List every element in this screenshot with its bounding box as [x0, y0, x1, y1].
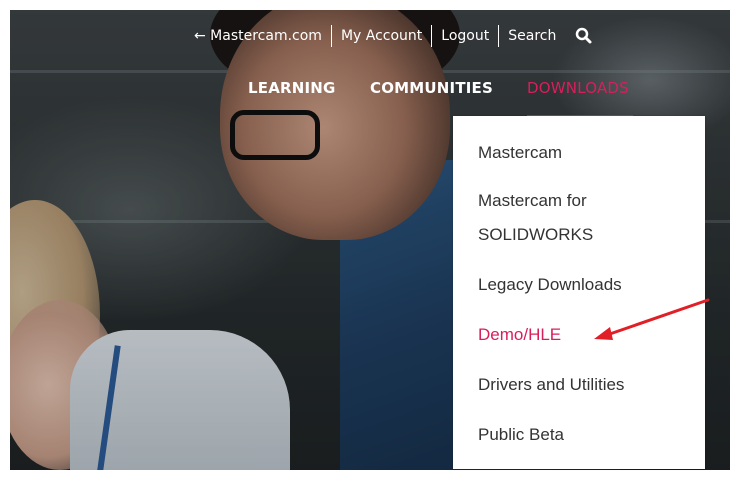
menu-item-drivers-and-utilities[interactable]: Drivers and Utilities	[478, 370, 688, 400]
search-icon[interactable]	[575, 27, 593, 45]
nav-downloads[interactable]: DOWNLOADS	[527, 76, 629, 100]
menu-item-public-beta[interactable]: Public Beta	[478, 420, 688, 450]
menu-item-mastercam-for-solidworks-line2[interactable]: SOLIDWORKS	[478, 220, 688, 250]
menu-item-mastercam[interactable]: Mastercam	[478, 138, 688, 168]
red-annotation-arrow	[594, 298, 710, 340]
utility-nav: ← Mastercam.com My Account Logout Search	[185, 25, 593, 47]
my-account-link[interactable]: My Account	[332, 25, 431, 47]
logout-link[interactable]: Logout	[432, 25, 498, 47]
nav-communities[interactable]: COMMUNITIES	[370, 76, 493, 100]
search-link[interactable]: Search	[499, 25, 565, 47]
main-nav: LEARNING COMMUNITIES DOWNLOADS	[0, 76, 739, 100]
screenshot-frame: ← Mastercam.com My Account Logout Search…	[0, 0, 739, 486]
menu-item-mastercam-for-solidworks-line1[interactable]: Mastercam for	[478, 186, 688, 216]
mastercam-home-link[interactable]: ← Mastercam.com	[185, 25, 331, 47]
nav-learning[interactable]: LEARNING	[248, 76, 336, 100]
